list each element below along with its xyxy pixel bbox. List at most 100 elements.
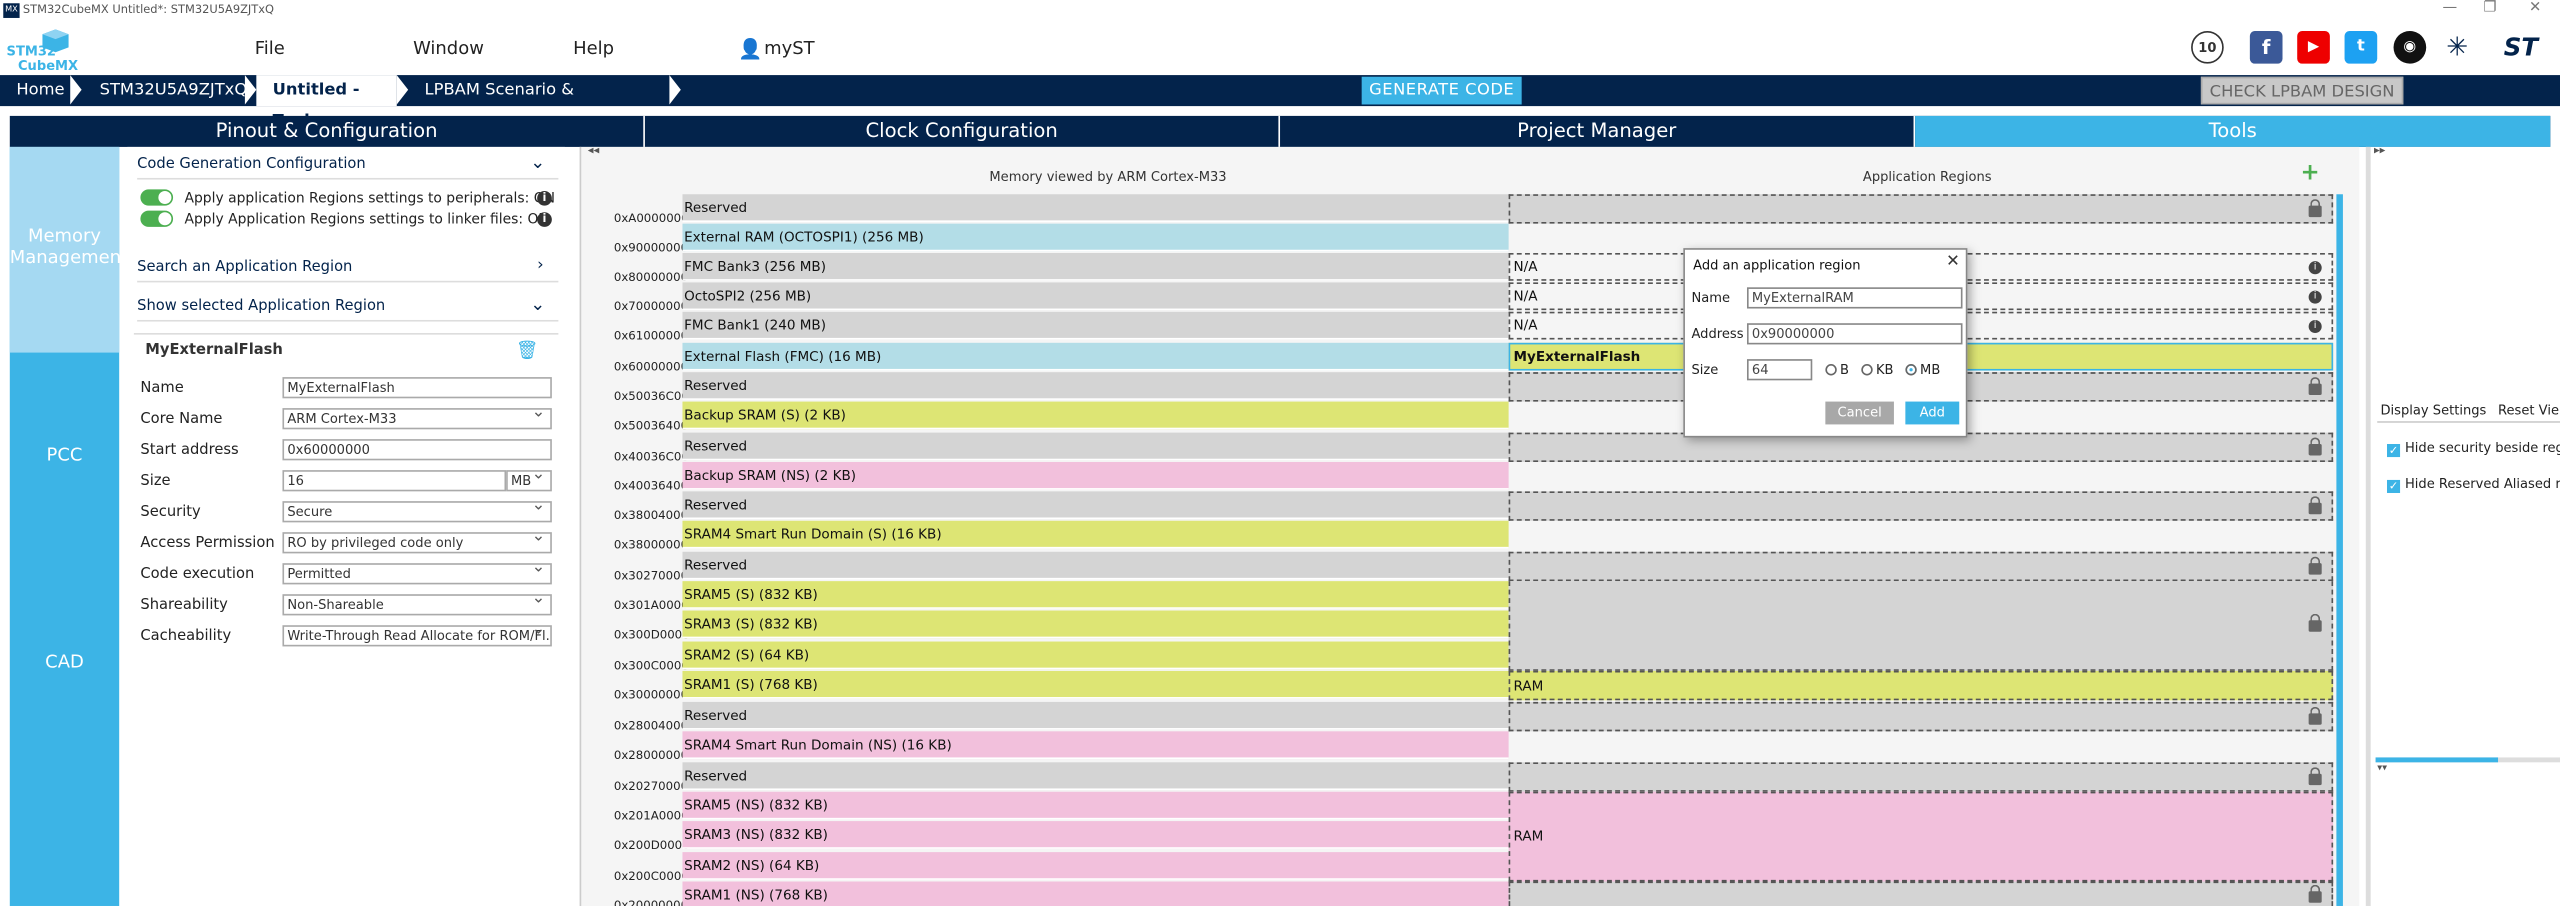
hide-reserved-option[interactable]: ✓ Hide Reserved Aliased reg: [2387, 477, 2560, 493]
breadcrumb-home[interactable]: Home: [0, 75, 72, 106]
memory-row[interactable]: Reserved: [682, 372, 1509, 400]
region-reserved[interactable]: [1508, 551, 2334, 582]
start-address-field[interactable]: 0x60000000: [282, 439, 552, 461]
dialog-size-field[interactable]: 64: [1746, 359, 1813, 381]
arrows-icon[interactable]: ▾▾: [2377, 762, 2387, 773]
memory-row[interactable]: Reserved: [682, 551, 1509, 580]
memory-row[interactable]: FMC Bank1 (240 MB): [682, 311, 1509, 340]
menu-file[interactable]: File: [255, 38, 285, 59]
rail-item-memory-management[interactable]: Memory Management: [9, 146, 128, 353]
size-unit-select[interactable]: MB: [506, 465, 552, 492]
hide-security-option[interactable]: ✓ Hide security beside regio: [2387, 441, 2560, 458]
dialog-address-field[interactable]: 0x90000000: [1746, 323, 1963, 345]
display-settings-tab[interactable]: Display Settings: [2380, 403, 2486, 418]
collapse-arrows-icon[interactable]: ◂◂: [588, 144, 599, 157]
chevron-down-icon[interactable]: ⌄: [530, 294, 545, 315]
memory-row[interactable]: Reserved: [682, 762, 1509, 791]
unit-radio-mb[interactable]: MB: [1905, 362, 1940, 377]
network-icon[interactable]: ✳: [2440, 31, 2474, 64]
rail-item-pcc[interactable]: PCC: [10, 444, 119, 465]
security-select[interactable]: Secure: [282, 496, 552, 523]
unit-radio-kb[interactable]: KB: [1861, 362, 1893, 377]
close-icon[interactable]: ✕: [2529, 0, 2541, 16]
memory-row[interactable]: OctoSPI2 (256 MB): [682, 282, 1509, 311]
reset-view-tab[interactable]: Reset Vie: [2498, 403, 2559, 418]
show-region-header[interactable]: Show selected Application Region ⌄: [137, 294, 559, 322]
info-icon[interactable]: i: [537, 212, 552, 227]
close-icon[interactable]: ✕: [1946, 253, 1960, 271]
memory-row[interactable]: Reserved: [682, 701, 1509, 730]
menu-myst[interactable]: myST: [764, 38, 815, 59]
memory-row[interactable]: Backup SRAM (S) (2 KB): [682, 401, 1509, 430]
checkbox-checked-icon[interactable]: ✓: [2387, 444, 2401, 458]
memory-row[interactable]: SRAM4 Smart Run Domain (S) (16 KB): [682, 520, 1509, 549]
memory-row[interactable]: Reserved: [682, 194, 1509, 223]
memory-row[interactable]: SRAM5 (NS) (832 KB): [682, 791, 1509, 820]
user-icon[interactable]: 👤: [738, 38, 762, 61]
st-logo-icon[interactable]: ST: [2491, 31, 2551, 64]
maximize-icon[interactable]: ❐: [2483, 0, 2496, 16]
access-permission-select[interactable]: RO by privileged code only: [282, 527, 552, 554]
twitter-icon[interactable]: t: [2344, 31, 2378, 64]
trash-icon[interactable]: 🗑: [516, 340, 539, 361]
memory-row[interactable]: SRAM4 Smart Run Domain (NS) (16 KB): [682, 731, 1509, 760]
tab-tools[interactable]: Tools: [1915, 115, 2551, 147]
check-lpbam-design-button[interactable]: CHECK LPBAM DESIGN: [2200, 76, 2404, 105]
breadcrumb-tools[interactable]: Untitled - Tools: [256, 75, 397, 131]
chevron-right-icon[interactable]: ›: [537, 256, 544, 274]
region-sram-secure-unassigned[interactable]: [1508, 581, 2334, 671]
tab-project-manager[interactable]: Project Manager: [1280, 115, 1916, 147]
shareability-select[interactable]: Non-Shareable: [282, 589, 552, 616]
info-icon[interactable]: i: [537, 190, 552, 206]
memory-row[interactable]: External RAM (OCTOSPI1) (256 MB): [682, 223, 1509, 252]
memory-row[interactable]: Reserved: [682, 491, 1509, 520]
github-icon[interactable]: ◉: [2393, 31, 2427, 64]
region-name-field[interactable]: MyExternalFlash: [282, 377, 552, 399]
info-icon[interactable]: i: [2308, 261, 2322, 275]
memory-row[interactable]: Reserved: [682, 432, 1509, 461]
chevron-down-icon[interactable]: ⌄: [530, 152, 545, 173]
code-execution-select[interactable]: Permitted: [282, 558, 552, 585]
memory-row[interactable]: SRAM2 (S) (64 KB): [682, 641, 1509, 670]
collapse-arrows-icon[interactable]: ▸▸: [2374, 144, 2385, 157]
memory-row[interactable]: SRAM1 (NS) (768 KB): [682, 881, 1509, 906]
scrollbar[interactable]: [2336, 194, 2343, 906]
horizontal-scrollbar[interactable]: [2375, 757, 2560, 763]
info-icon[interactable]: i: [2308, 290, 2322, 304]
memory-row[interactable]: SRAM2 (NS) (64 KB): [682, 852, 1509, 880]
generate-code-button[interactable]: GENERATE CODE: [1361, 76, 1522, 105]
cancel-button[interactable]: Cancel: [1825, 401, 1894, 425]
info-icon[interactable]: i: [2308, 319, 2322, 334]
add-button[interactable]: Add: [1905, 401, 1960, 425]
region-reserved[interactable]: [1508, 881, 2334, 906]
memory-row[interactable]: SRAM3 (NS) (832 KB): [682, 821, 1509, 849]
linker-toggle[interactable]: [140, 210, 174, 227]
memory-row[interactable]: Backup SRAM (NS) (2 KB): [682, 461, 1509, 490]
facebook-icon[interactable]: f: [2249, 31, 2283, 64]
anniversary-badge-icon[interactable]: 10: [2191, 31, 2224, 64]
breadcrumb-device[interactable]: STM32U5A9ZJTxQ: [83, 75, 248, 106]
memory-row[interactable]: SRAM5 (S) (832 KB): [682, 581, 1509, 609]
memory-row[interactable]: External Flash (FMC) (16 MB): [682, 342, 1509, 371]
memory-row[interactable]: SRAM1 (S) (768 KB): [682, 670, 1509, 699]
core-name-select[interactable]: ARM Cortex-M33: [282, 403, 552, 430]
codegen-config-header[interactable]: Code Generation Configuration ⌄: [137, 152, 559, 180]
unit-radio-b[interactable]: B: [1825, 362, 1849, 377]
checkbox-checked-icon[interactable]: ✓: [2387, 479, 2401, 493]
menu-help[interactable]: Help: [573, 38, 614, 59]
region-ram-nonsecure[interactable]: RAM: [1508, 791, 2334, 882]
region-reserved[interactable]: [1508, 701, 2334, 732]
cacheability-select[interactable]: Write-Through Read Allocate for ROM/Fl..…: [282, 625, 552, 647]
tab-pinout[interactable]: Pinout & Configuration: [10, 115, 645, 147]
dialog-name-field[interactable]: MyExternalRAM: [1746, 287, 1963, 309]
memory-row[interactable]: FMC Bank3 (256 MB): [682, 253, 1509, 281]
youtube-icon[interactable]: ▶: [2297, 31, 2330, 64]
tab-clock[interactable]: Clock Configuration: [645, 115, 1281, 147]
region-ram-secure[interactable]: RAM: [1508, 670, 2334, 701]
region-reserved[interactable]: [1508, 491, 2334, 521]
memory-row[interactable]: SRAM3 (S) (832 KB): [682, 610, 1509, 639]
breadcrumb-lpbam[interactable]: LPBAM Scenario & Configuration: [408, 75, 669, 131]
rail-item-cad[interactable]: CAD: [10, 651, 119, 672]
region-reserved[interactable]: [1508, 194, 2334, 224]
peripherals-toggle[interactable]: [140, 189, 174, 206]
